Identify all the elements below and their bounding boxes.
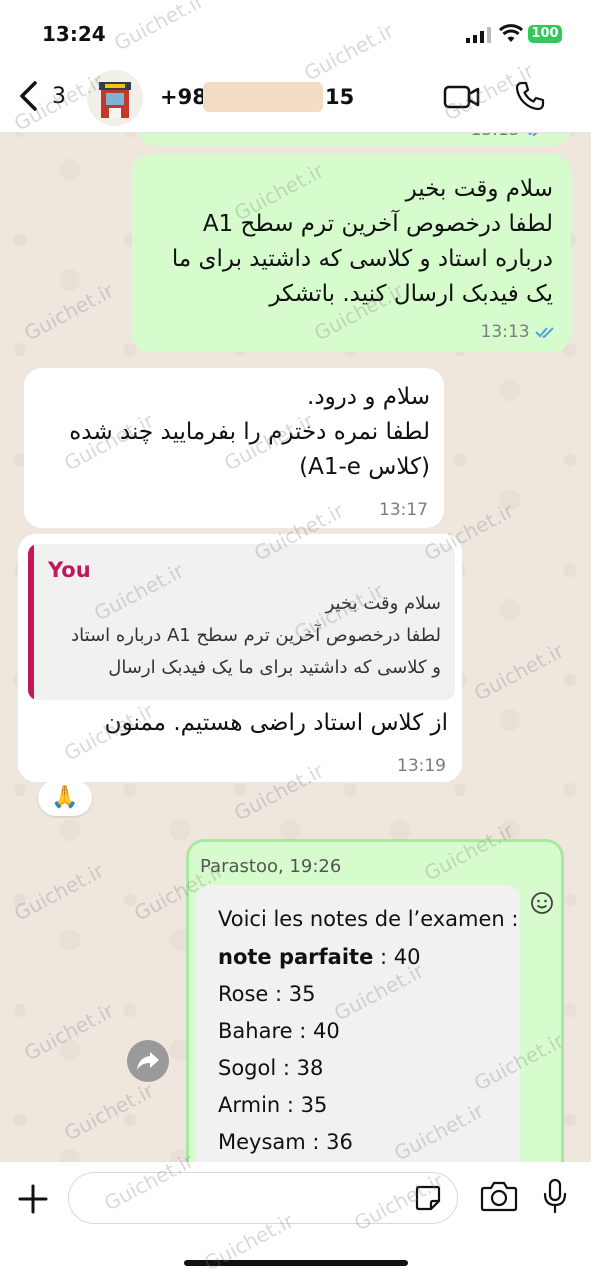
- note-row: Meysam : 36: [218, 1130, 353, 1154]
- camera-icon[interactable]: [480, 1180, 518, 1216]
- message-text: از کلاس استاد راضی هستیم. ممنون: [104, 710, 448, 736]
- forward-button[interactable]: [127, 1040, 169, 1082]
- message-bubble-incoming-reply[interactable]: You سلام وقت بخیر لطفا درخصوص آخرین ترم …: [18, 534, 462, 782]
- note-score: 40: [312, 1019, 340, 1043]
- note-score: 35: [300, 1093, 328, 1117]
- message-bubble-outgoing[interactable]: 13:13: [138, 132, 571, 146]
- contact-phone-suffix[interactable]: 15: [325, 85, 354, 109]
- status-bar: 13:24 100: [0, 0, 591, 58]
- note-separator: :: [280, 1093, 301, 1117]
- message-input[interactable]: [68, 1172, 458, 1224]
- forwarded-content: Voici les notes de l’examen : note parfa…: [196, 885, 520, 1162]
- redacted-phone-number: [203, 82, 323, 112]
- note-score: 40: [393, 945, 421, 969]
- note-separator: :: [305, 1130, 327, 1154]
- sticker-icon[interactable]: [414, 1184, 442, 1216]
- unread-count[interactable]: 3: [52, 84, 66, 109]
- composer-bar: [0, 1162, 591, 1280]
- battery-icon: 100: [528, 25, 562, 43]
- message-bubble-outgoing-forwarded[interactable]: Parastoo, 19:26 Voici les notes de l’exa…: [186, 839, 564, 1162]
- status-time: 13:24: [42, 22, 106, 46]
- note-row: Sogol : 38: [218, 1056, 323, 1080]
- voice-call-icon[interactable]: [514, 80, 546, 116]
- note-name: Armin: [218, 1093, 281, 1117]
- note-name: note parfaite: [218, 945, 374, 969]
- message-time: 13:17: [379, 500, 428, 520]
- message-bubble-outgoing[interactable]: سلام وقت بخیر لطفا درخصوص آخرین ترم سطح …: [132, 154, 571, 352]
- note-separator: :: [276, 1056, 297, 1080]
- note-row: note parfaite : 40: [218, 945, 421, 969]
- message-time: 13:19: [397, 756, 446, 776]
- message-reaction[interactable]: 🙏: [38, 780, 92, 816]
- message-bubble-incoming[interactable]: سلام و درود. لطفا نمره دخترم را بفرمایید…: [24, 368, 444, 528]
- quote-author: You: [48, 558, 91, 582]
- back-chevron-icon[interactable]: [16, 80, 40, 116]
- note-row: Armin : 35: [218, 1093, 327, 1117]
- smiley-reaction-icon[interactable]: [530, 891, 554, 919]
- contact-phone-prefix[interactable]: +98: [160, 85, 207, 109]
- quoted-message[interactable]: You سلام وقت بخیر لطفا درخصوص آخرین ترم …: [28, 544, 455, 700]
- wifi-icon: [498, 24, 524, 48]
- note-score: 38: [296, 1056, 324, 1080]
- message-text: سلام و درود. لطفا نمره دخترم را بفرمایید…: [69, 384, 430, 480]
- message-time: 13:13: [481, 322, 555, 342]
- cellular-signal-icon: [466, 27, 492, 47]
- note-name: Rose: [218, 982, 269, 1006]
- microphone-icon[interactable]: [542, 1178, 568, 1218]
- plus-icon[interactable]: [16, 1182, 50, 1220]
- chat-header: 3 +98 15: [0, 58, 591, 133]
- note-name: Bahare: [218, 1019, 293, 1043]
- note-row: Rose : 35: [218, 982, 316, 1006]
- home-indicator: [184, 1260, 408, 1266]
- contact-avatar[interactable]: [87, 70, 143, 126]
- note-score: 36: [326, 1130, 353, 1154]
- message-text: سلام وقت بخیر لطفا درخصوص آخرین ترم سطح …: [171, 176, 553, 307]
- video-call-icon[interactable]: [443, 84, 481, 114]
- note-separator: :: [268, 982, 289, 1006]
- quote-accent-bar: [28, 544, 34, 700]
- read-receipt-icon: [535, 327, 554, 338]
- note-score: 35: [288, 982, 316, 1006]
- quote-text: سلام وقت بخیر لطفا درخصوص آخرین ترم سطح …: [71, 593, 441, 678]
- notes-title: Voici les notes de l’examen :: [218, 907, 519, 931]
- note-separator: :: [292, 1019, 313, 1043]
- message-time: 13:13: [471, 132, 545, 140]
- note-separator: :: [373, 945, 394, 969]
- note-row: Bahare : 40: [218, 1019, 340, 1043]
- note-name: Sogol: [218, 1056, 277, 1080]
- note-name: Meysam: [218, 1130, 306, 1154]
- forwarded-sender: Parastoo, 19:26: [200, 856, 342, 877]
- chat-area[interactable]: 13:13 سلام وقت بخیر لطفا درخصوص آخرین تر…: [0, 132, 591, 1162]
